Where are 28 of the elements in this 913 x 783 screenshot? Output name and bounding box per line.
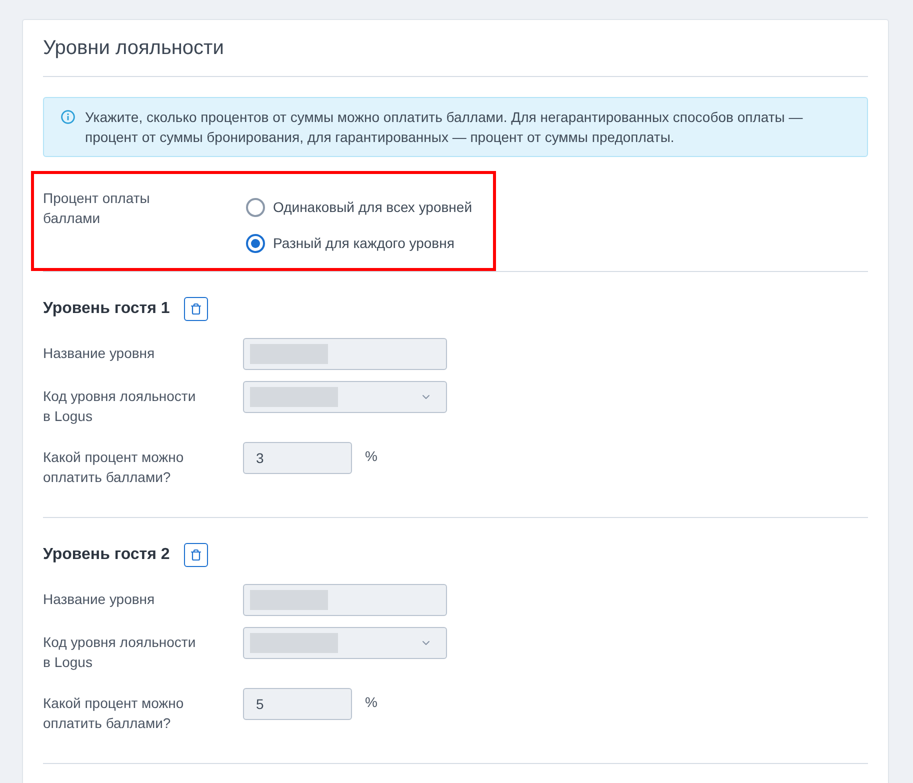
delete-button[interactable] (184, 297, 208, 321)
percent-input[interactable]: 3 (243, 442, 352, 474)
delete-button[interactable] (184, 543, 208, 567)
field-label: Код уровня лояльности в Logus (43, 387, 197, 426)
field-label: Код уровня лояльности в Logus (43, 633, 197, 672)
field-label: Какой процент можно оплатить баллами? (43, 694, 185, 733)
info-text: Укажите, сколько процентов от суммы можно оплатить баллами. Для негарантированных способов оплаты — процент от суммы бронирования, для гарантированных — процент от суммы предоплаты. (85, 108, 804, 147)
info-icon (61, 110, 75, 124)
select-field[interactable] (243, 381, 447, 413)
trash-icon (190, 303, 202, 315)
text-input[interactable] (243, 338, 447, 370)
option-label: Разный для каждого уровня (273, 234, 454, 253)
field-label: Название уровня (43, 344, 156, 363)
text-input[interactable] (243, 584, 447, 616)
field-label: Какой процент можно оплатить баллами? (43, 448, 185, 487)
level-heading: Уровень гостя 2 (43, 545, 170, 565)
radio-button[interactable] (246, 234, 265, 252)
card-title: Уровни лояльности (43, 34, 868, 77)
field-label: Процент оплаты баллами (43, 189, 151, 228)
select-field[interactable] (243, 627, 447, 659)
percent-input[interactable]: 5 (243, 688, 352, 720)
radio-button[interactable] (246, 198, 265, 216)
unit-label: % (365, 447, 378, 466)
trash-icon (190, 549, 202, 561)
option-label: Одинаковый для всех уровней (273, 198, 472, 217)
level-heading: Уровень гостя 1 (43, 299, 170, 319)
field-label: Название уровня (43, 590, 156, 609)
unit-label: % (365, 693, 378, 712)
